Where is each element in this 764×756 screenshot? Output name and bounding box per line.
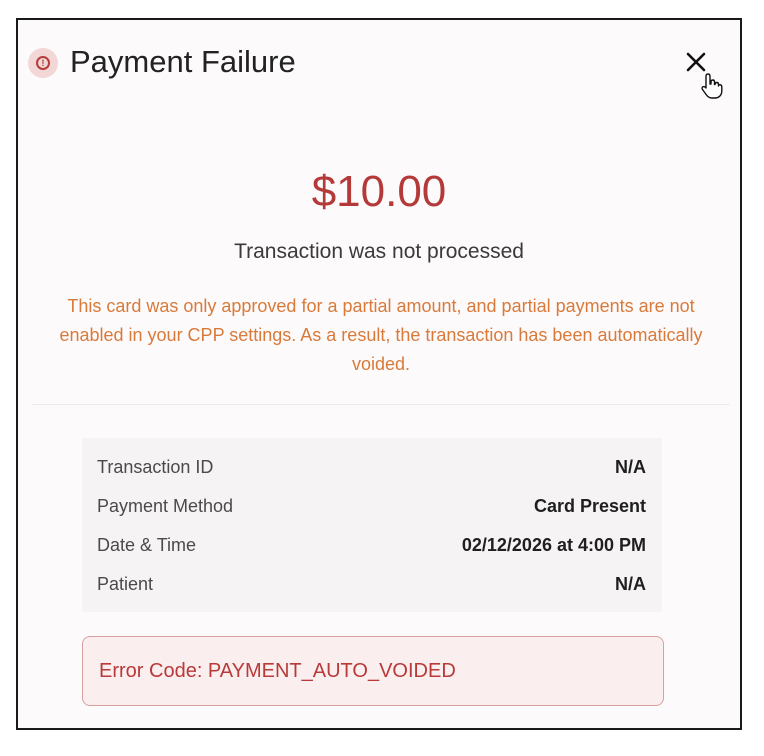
payment-amount: $10.00 [311, 167, 447, 216]
detail-value: N/A [615, 457, 646, 477]
detail-row-patient: Patient N/A [97, 565, 646, 604]
detail-label: Transaction ID [97, 457, 214, 477]
error-code-box: Error Code: PAYMENT_AUTO_VOIDED [82, 636, 664, 706]
detail-row-payment-method: Payment Method Card Present [97, 487, 646, 526]
alert-circle-icon: ! [28, 48, 58, 78]
detail-row-transaction-id: Transaction ID N/A [97, 448, 646, 487]
detail-label: Date & Time [97, 535, 197, 555]
detail-value: N/A [615, 574, 646, 594]
dialog-header: ! Payment Failure [18, 20, 740, 108]
detail-label: Payment Method [97, 496, 234, 516]
dialog-title: Payment Failure [70, 44, 296, 79]
detail-value: 02/12/2026 at 4:00 PM [461, 535, 646, 555]
hand-pointer-cursor-icon [700, 72, 724, 100]
failure-message: This card was only approved for a partia… [59, 296, 703, 374]
payment-failure-dialog: ! Payment Failure $10.00 Transaction was… [16, 18, 742, 730]
transaction-details: Transaction ID N/A Payment Method Card P… [82, 438, 662, 612]
error-code-text: Error Code: PAYMENT_AUTO_VOIDED [99, 659, 456, 682]
detail-label: Patient [97, 574, 154, 594]
transaction-status: Transaction was not processed [234, 240, 524, 263]
detail-value: Card Present [533, 496, 646, 516]
detail-row-date-time: Date & Time 02/12/2026 at 4:00 PM [97, 526, 646, 565]
divider [32, 404, 730, 405]
